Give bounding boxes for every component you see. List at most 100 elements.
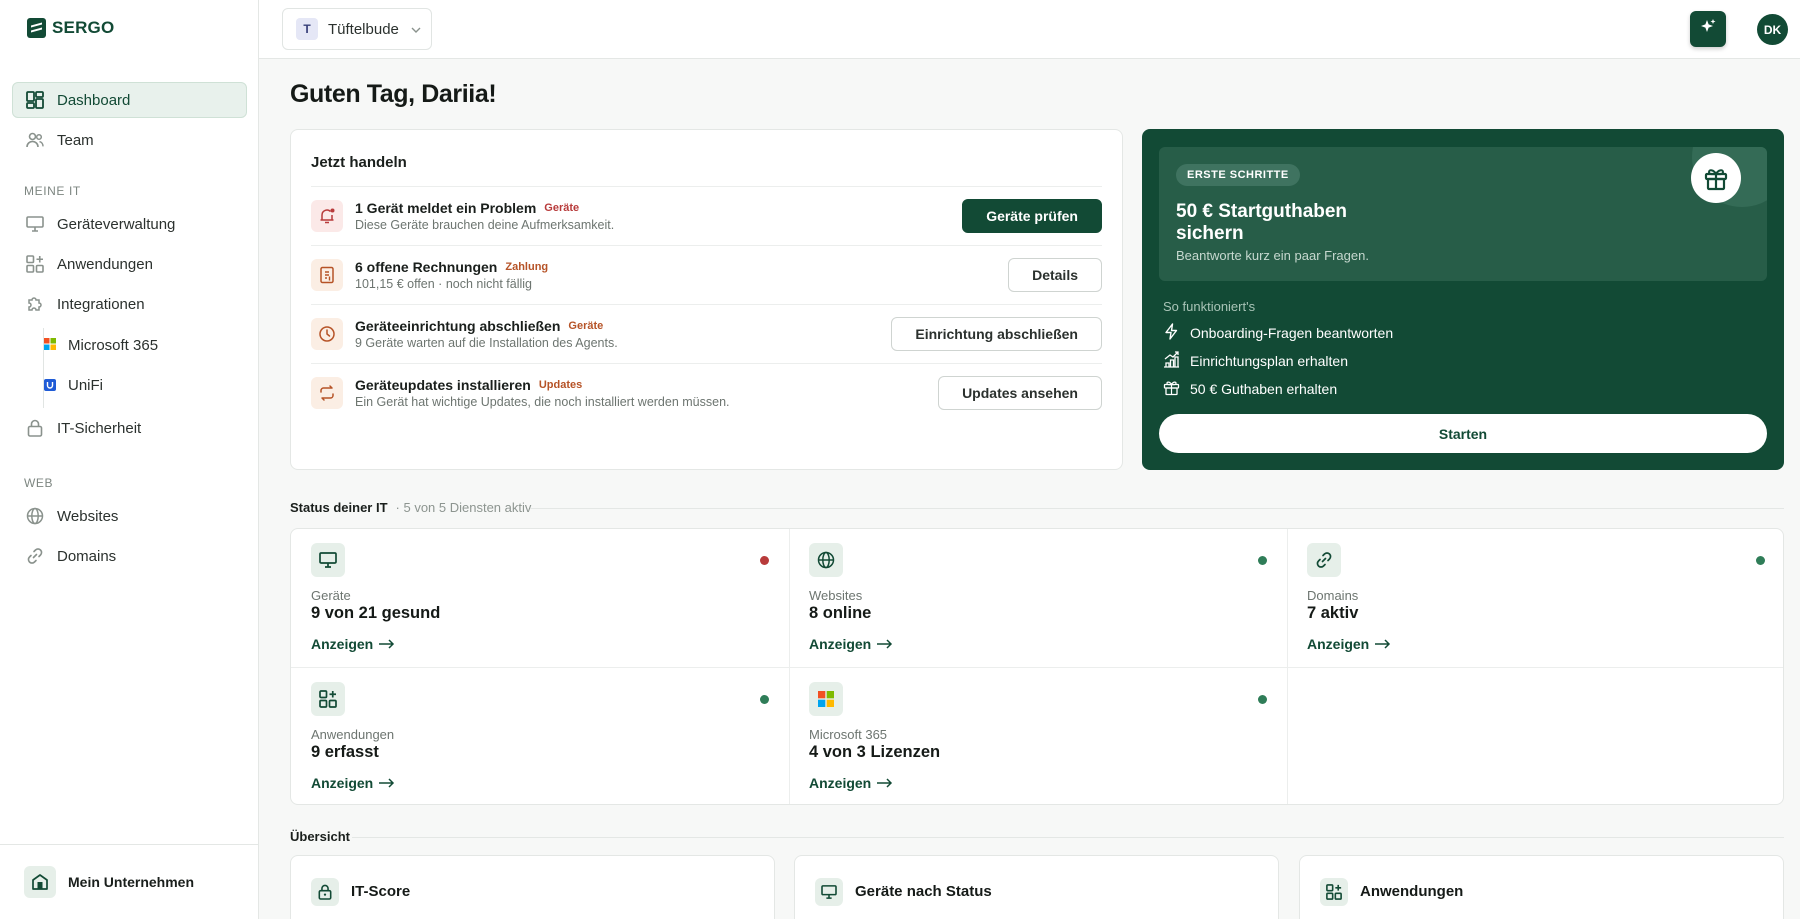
sergo-logo-icon xyxy=(27,18,46,38)
action-subtitle: 101,15 € offen · noch nicht fällig xyxy=(355,277,532,291)
tile-link[interactable]: Anzeigen xyxy=(809,775,893,791)
status-tile-anwendungen[interactable]: Anwendungen 9 erfasst Anzeigen xyxy=(291,668,789,806)
tile-label: Microsoft 365 xyxy=(809,727,888,742)
arrow-right-icon xyxy=(877,775,893,791)
overview-card-anwendungen[interactable]: Anwendungen xyxy=(1299,855,1784,919)
sidebar-item-label: Team xyxy=(57,131,94,149)
sidebar: SERGO Dashboard Team MEINE IT Geräteverw… xyxy=(0,0,259,919)
apps-icon xyxy=(25,254,45,274)
arrow-right-icon xyxy=(379,636,395,652)
tile-label: Geräte xyxy=(311,588,351,603)
sparkle-icon xyxy=(1699,18,1717,41)
invoice-details-button[interactable]: Details xyxy=(1008,258,1102,292)
action-subtitle: 9 Geräte warten auf die Installation des… xyxy=(355,336,618,350)
tenant-badge: T xyxy=(296,18,318,40)
sidebar-item-domains[interactable]: Domains xyxy=(12,538,247,574)
sidebar-item-anwendungen[interactable]: Anwendungen xyxy=(12,246,247,282)
globe-icon xyxy=(809,543,843,577)
check-devices-button[interactable]: Geräte prüfen xyxy=(962,199,1102,233)
arrow-right-icon xyxy=(379,775,395,791)
overview-section-header: Übersicht xyxy=(290,829,350,844)
monitor-icon xyxy=(815,878,843,906)
sidebar-item-it-sicherheit[interactable]: IT-Sicherheit xyxy=(12,410,247,446)
status-dot xyxy=(1756,556,1765,565)
tile-link[interactable]: Anzeigen xyxy=(311,636,395,652)
status-grid: Geräte 9 von 21 gesund Anzeigen Websites… xyxy=(290,528,1784,805)
tile-link[interactable]: Anzeigen xyxy=(1307,636,1391,652)
brand-logo[interactable]: SERGO xyxy=(27,18,114,38)
sidebar-item-team[interactable]: Team xyxy=(12,122,247,158)
finish-setup-button[interactable]: Einrichtung abschließen xyxy=(891,317,1102,351)
puzzle-icon xyxy=(25,294,45,314)
microsoft-logo-icon xyxy=(44,337,56,354)
status-dot xyxy=(760,695,769,704)
arrow-right-icon xyxy=(877,636,893,652)
action-row: Geräteupdates installieren Updates Ein Ge… xyxy=(311,363,1102,422)
sidebar-item-label: Domains xyxy=(57,547,117,565)
sidebar-item-microsoft-365[interactable]: Microsoft 365 xyxy=(12,328,247,362)
tile-value: 7 aktiv xyxy=(1307,604,1359,622)
tile-value: 8 online xyxy=(809,604,872,622)
status-dot xyxy=(1258,695,1267,704)
globe-icon xyxy=(25,506,45,526)
top-bar: T Tüftelbude DK xyxy=(259,0,1800,59)
sidebar-item-dashboard[interactable]: Dashboard xyxy=(12,82,247,118)
action-tag: Updates xyxy=(538,379,583,391)
promo-step: Onboarding-Fragen beantworten xyxy=(1163,323,1393,343)
start-onboarding-button[interactable]: Starten xyxy=(1159,414,1767,453)
arrow-right-icon xyxy=(1375,636,1391,652)
action-title: Geräteupdates installieren xyxy=(355,377,531,393)
sidebar-item-label: Dashboard xyxy=(57,91,131,109)
action-subtitle: Ein Gerät hat wichtige Updates, die noch… xyxy=(355,395,730,409)
tile-link[interactable]: Anzeigen xyxy=(809,636,893,652)
sidebar-item-label: Anwendungen xyxy=(57,255,153,273)
subnav-rail xyxy=(43,328,44,408)
action-card-title: Jetzt handeln xyxy=(311,154,407,171)
tile-value: 9 erfasst xyxy=(311,743,379,761)
bell-alert-icon xyxy=(311,200,343,232)
ai-assistant-button[interactable] xyxy=(1690,11,1726,47)
sidebar-item-geraeteverwaltung[interactable]: Geräteverwaltung xyxy=(12,206,247,242)
status-tile-geraete[interactable]: Geräte 9 von 21 gesund Anzeigen xyxy=(291,529,789,667)
nav-section-meine-it: MEINE IT xyxy=(24,184,81,198)
gift-icon xyxy=(1163,379,1180,399)
view-updates-button[interactable]: Updates ansehen xyxy=(938,376,1102,410)
unifi-logo-icon xyxy=(44,379,56,391)
action-tag: Zahlung xyxy=(505,261,549,273)
action-row: 1 Gerät meldet ein Problem Geräte Diese G… xyxy=(311,186,1102,245)
link-icon xyxy=(1307,543,1341,577)
overview-card-it-score[interactable]: IT-Score xyxy=(290,855,775,919)
tenant-switcher[interactable]: T Tüftelbude xyxy=(282,8,432,50)
tenant-name: Tüftelbude xyxy=(328,20,399,38)
apps-icon xyxy=(311,682,345,716)
sidebar-item-unifi[interactable]: UniFi xyxy=(12,368,247,402)
overview-card-geraete-status[interactable]: Geräte nach Status xyxy=(794,855,1279,919)
microsoft-logo-icon xyxy=(809,682,843,716)
onboarding-promo-card: ERSTE SCHRITTE 50 € Startguthaben sicher… xyxy=(1142,129,1784,470)
status-tile-domains[interactable]: Domains 7 aktiv Anzeigen xyxy=(1287,529,1785,667)
action-subtitle: Diese Geräte brauchen deine Aufmerksamke… xyxy=(355,218,615,232)
promo-step: 50 € Guthaben erhalten xyxy=(1163,379,1337,399)
page-title: Guten Tag, Dariia! xyxy=(290,80,497,108)
status-tile-microsoft-365[interactable]: Microsoft 365 4 von 3 Lizenzen Anzeigen xyxy=(789,668,1287,806)
sidebar-item-integrationen[interactable]: Integrationen xyxy=(12,286,247,322)
sidebar-item-websites[interactable]: Websites xyxy=(12,498,247,534)
company-switcher[interactable]: Mein Unternehmen xyxy=(0,844,259,919)
status-dot xyxy=(1258,556,1267,565)
action-tag: Geräte xyxy=(568,320,604,332)
gift-icon xyxy=(1691,153,1741,203)
sidebar-item-label: Microsoft 365 xyxy=(68,336,159,354)
lock-icon xyxy=(311,878,339,906)
tile-link[interactable]: Anzeigen xyxy=(311,775,395,791)
promo-badge: ERSTE SCHRITTE xyxy=(1176,164,1300,186)
chevron-down-icon xyxy=(411,20,421,38)
status-tile-websites[interactable]: Websites 8 online Anzeigen xyxy=(789,529,1287,667)
promo-step-label: Einrichtungsplan erhalten xyxy=(1190,353,1348,369)
user-avatar[interactable]: DK xyxy=(1757,14,1788,45)
action-row: 6 offene Rechnungen Zahlung 101,15 € offe… xyxy=(311,245,1102,304)
tile-link-label: Anzeigen xyxy=(311,775,374,791)
sidebar-item-label: Geräteverwaltung xyxy=(57,215,176,233)
overview-card-title: IT-Score xyxy=(351,883,411,900)
action-card: Jetzt handeln 1 Gerät meldet ein Problem… xyxy=(290,129,1123,470)
tile-label: Domains xyxy=(1307,588,1359,603)
